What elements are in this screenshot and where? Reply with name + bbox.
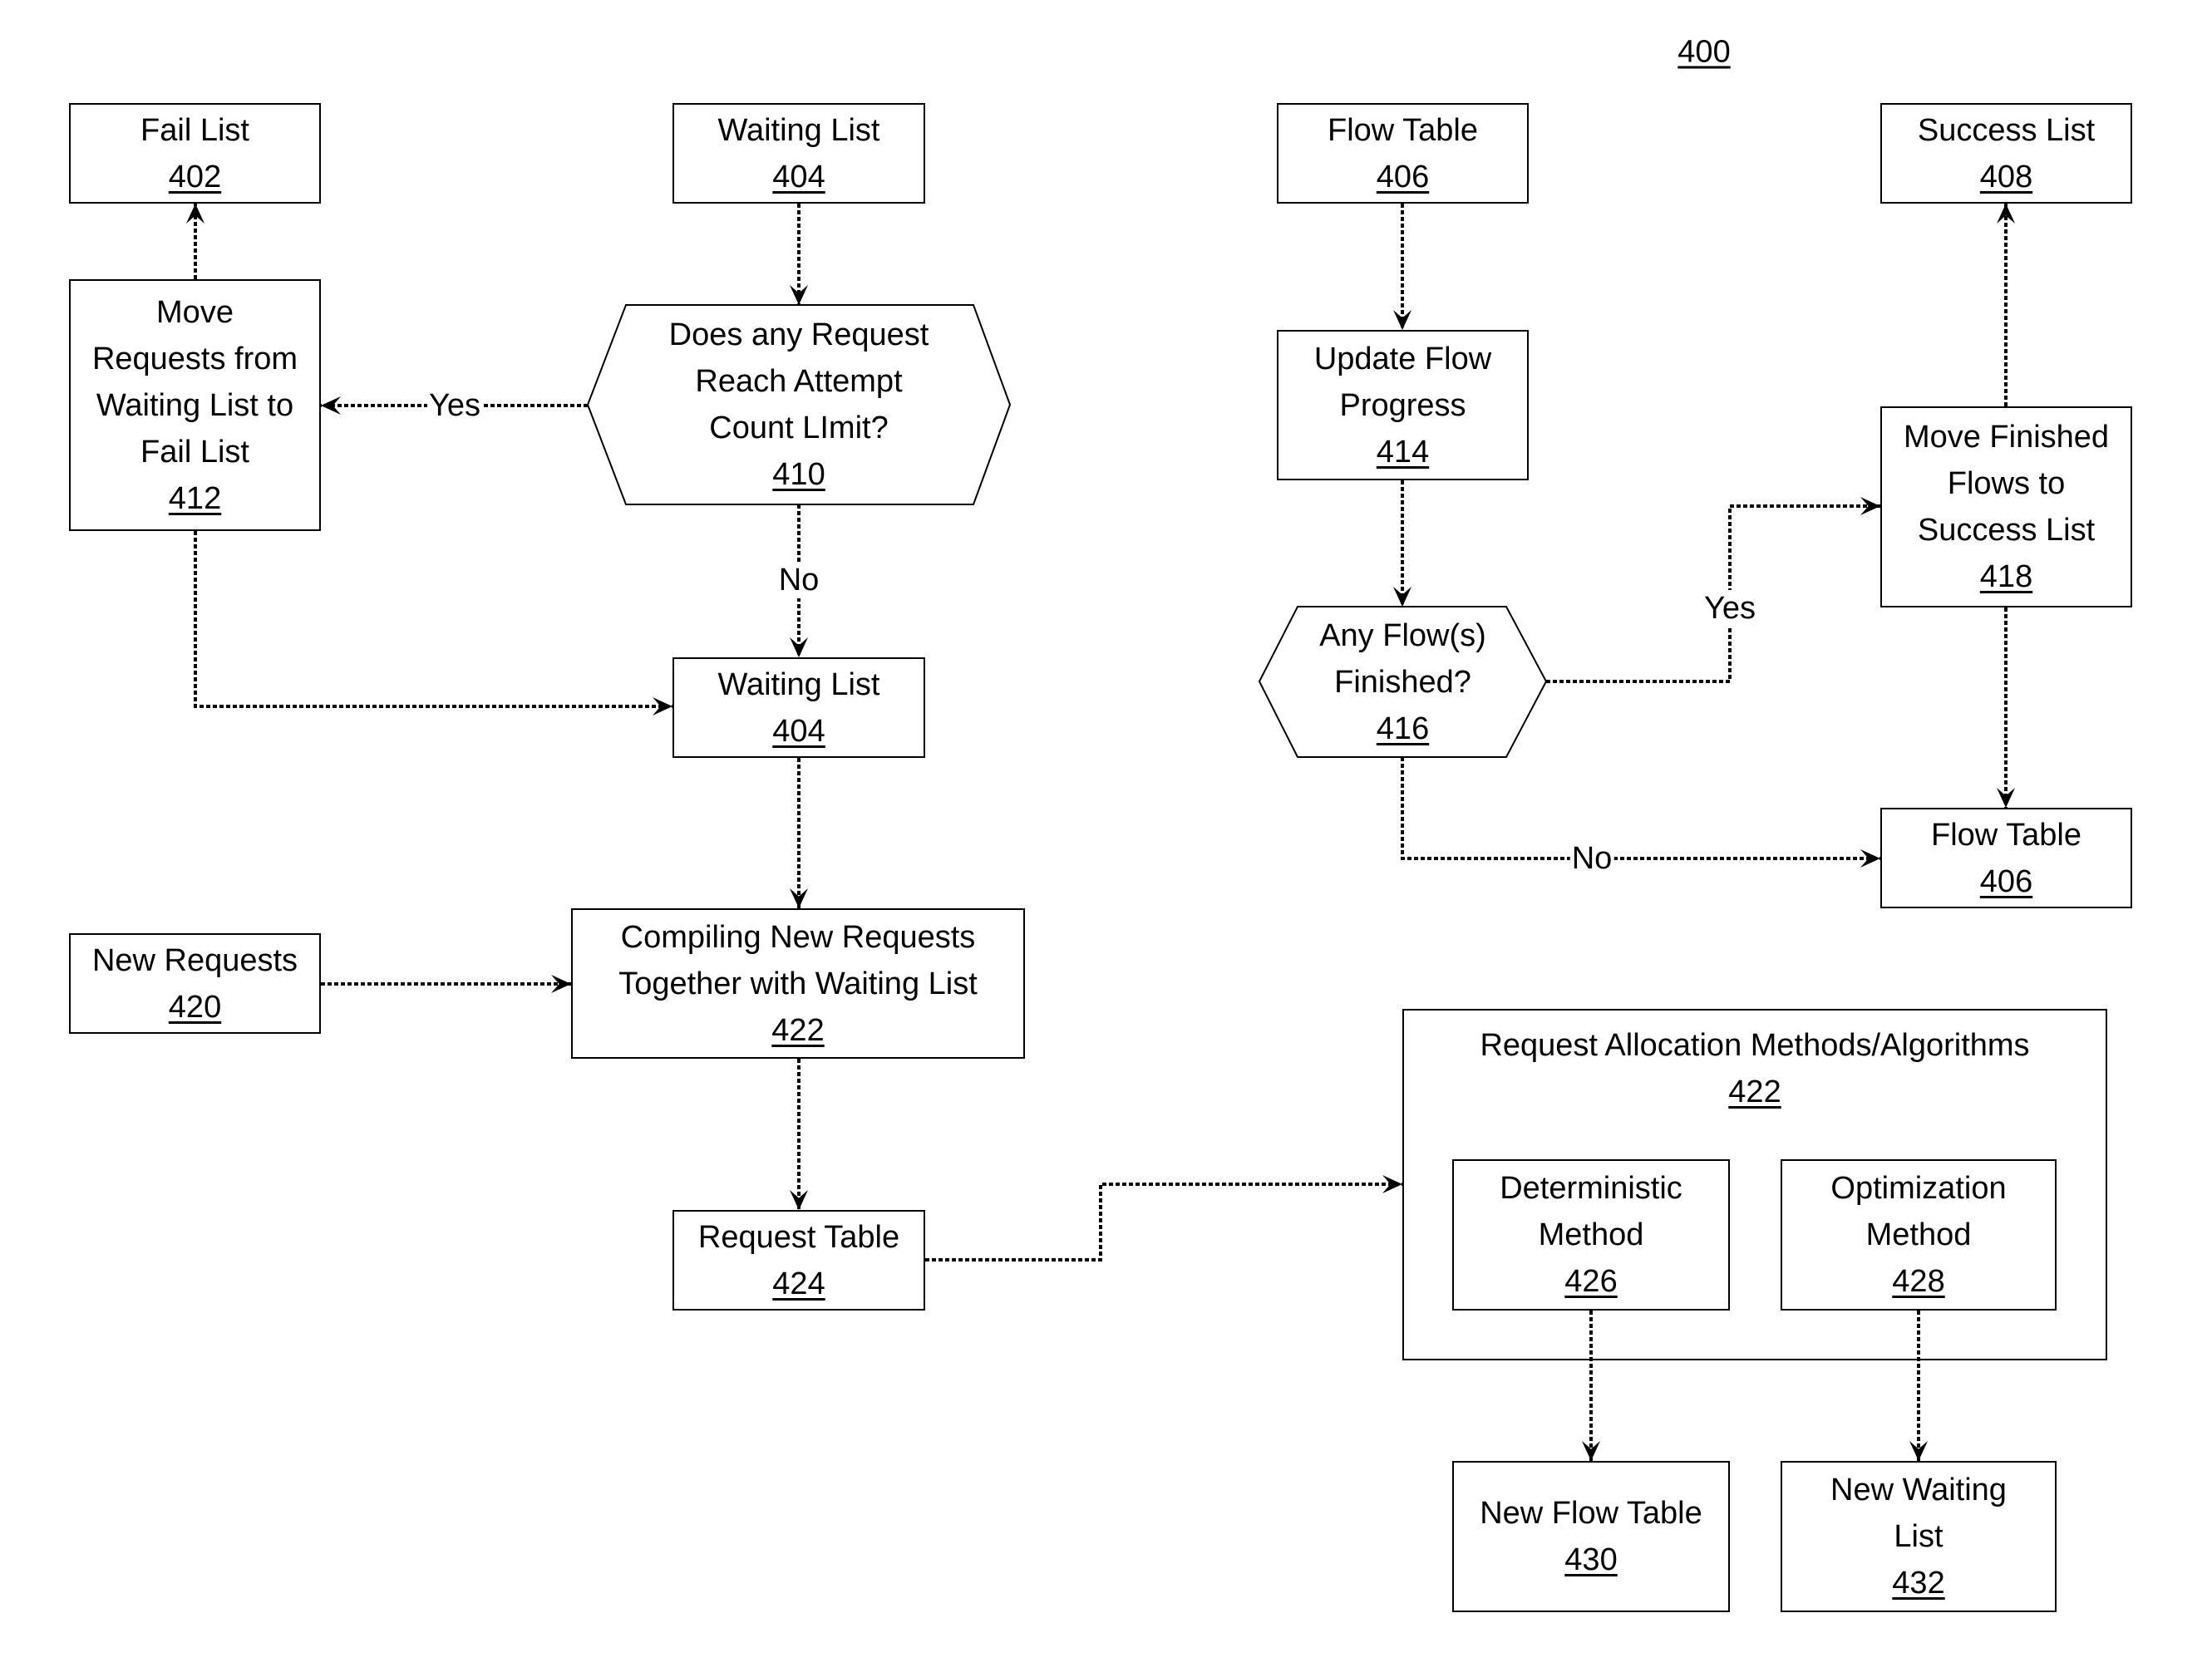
edge-label-finished-yes: Yes <box>1702 590 1757 627</box>
connector-update-flow-to-flows-finished <box>1393 480 1411 607</box>
node-text-line: New Waiting <box>1830 1473 2007 1507</box>
node-request-table: Request Table 424 <box>672 1210 925 1311</box>
node-text-line: Progress <box>1339 387 1466 423</box>
connector-compiling-to-request-table <box>790 1059 808 1210</box>
node-text-line: Move <box>156 294 234 330</box>
connector-new-requests-to-compiling <box>321 975 571 993</box>
node-optimization-method: Optimization Method 428 <box>1781 1159 2057 1311</box>
arrowhead-icon <box>186 204 204 224</box>
node-text-line: Move Finished <box>1903 420 2110 455</box>
connector-flow-table-top-to-update-flow <box>1393 204 1411 330</box>
node-text-line: Deterministic <box>1500 1171 1682 1206</box>
node-flows-finished-decision: Any Flow(s) Finished? 416 <box>1259 607 1546 757</box>
reference-numeral: 420 <box>168 989 222 1025</box>
node-text-line: Method <box>1865 1217 1972 1252</box>
node-fail-list: Fail List 402 <box>69 103 321 204</box>
arrowhead-icon <box>790 285 808 305</box>
node-new-flow-table: New Flow Table 430 <box>1452 1461 1730 1612</box>
reference-numeral: 410 <box>772 457 825 492</box>
connector-waiting-list-mid-to-compiling <box>790 758 808 908</box>
node-text-line: Flow Table <box>1328 112 1478 148</box>
reference-numeral: 416 <box>1376 711 1430 746</box>
node-move-to-success: Move Finished Flows to Success List 418 <box>1880 406 2132 607</box>
node-text-line: Does any Request <box>668 317 929 352</box>
reference-numeral: 408 <box>1979 159 2033 194</box>
node-new-waiting-list: New Waiting List 432 <box>1781 1461 2057 1612</box>
connector-waiting-list-top-to-attempt-limit <box>790 204 808 305</box>
node-text-line: Request Table <box>697 1219 900 1255</box>
connector-line <box>1401 757 1880 860</box>
node-text-line: Flow Table <box>1931 817 2081 853</box>
node-text-line: Waiting List to <box>96 387 294 423</box>
node-text-line: Waiting List <box>717 112 880 148</box>
connector-optimization-to-new-waiting-list <box>1909 1311 1928 1461</box>
node-flow-table-top: Flow Table 406 <box>1277 103 1529 204</box>
node-move-to-fail: Move Requests from Waiting List to Fail Lis… <box>69 279 321 531</box>
node-text-line: Reach Attempt <box>695 364 903 399</box>
reference-numeral: 402 <box>168 159 222 194</box>
connector-move-to-fail-to-fail-list <box>186 204 204 279</box>
node-flow-table-right: Flow Table 406 <box>1880 808 2132 908</box>
node-new-requests: New Requests 420 <box>69 933 321 1034</box>
node-deterministic-method: Deterministic Method 426 <box>1452 1159 1730 1311</box>
node-text-line: Fail List <box>140 434 249 470</box>
connector-flows-finished-to-flow-table-right <box>1401 757 1880 868</box>
node-text-line: Count LImit? <box>709 411 889 445</box>
reference-numeral: 424 <box>772 1266 825 1301</box>
reference-numeral: 430 <box>1564 1542 1618 1577</box>
node-text-line: Success List <box>1917 513 2096 548</box>
node-text-line: Success List <box>1917 112 2096 148</box>
node-text-line: Compiling New Requests <box>620 919 976 955</box>
node-compiling: Compiling New Requests Together with Wait… <box>571 908 1025 1059</box>
node-text-line: New Flow Table <box>1480 1496 1702 1531</box>
node-text-line: Flows to <box>1947 466 2066 501</box>
node-text-line: Finished? <box>1334 664 1471 700</box>
reference-numeral: 414 <box>1376 434 1430 470</box>
reference-numeral: 404 <box>772 713 825 749</box>
connector-line <box>194 531 672 708</box>
reference-numeral: 412 <box>168 480 222 516</box>
connector-line <box>925 1183 1402 1261</box>
connector-move-to-success-to-success-list <box>1997 204 2015 406</box>
reference-numeral: 426 <box>1564 1264 1618 1299</box>
edge-label-finished-no: No <box>1569 840 1614 877</box>
node-attempt-limit-decision: Does any Request Reach Attempt Count LImit… <box>588 305 1010 504</box>
reference-numeral: 406 <box>1376 159 1430 194</box>
node-text-line: Optimization <box>1830 1171 2007 1206</box>
node-text-line: Fail List <box>140 112 249 148</box>
edge-label-attempt-no: No <box>776 562 821 598</box>
connector-request-table-to-allocation <box>925 1175 1402 1261</box>
reference-numeral: 418 <box>1979 559 2033 594</box>
node-text-line: Waiting List <box>717 666 880 702</box>
connector-deterministic-to-new-flow-table <box>1582 1311 1600 1461</box>
node-text-line: Method <box>1538 1217 1644 1252</box>
flowchart-canvas: 400 Request Allocation Methods/Algorithm… <box>0 0 2212 1677</box>
node-text-line: Together with Waiting List <box>618 966 978 1001</box>
node-text-line: Requests from <box>91 341 298 376</box>
node-text-line: Any Flow(s) <box>1319 617 1486 653</box>
connector-move-to-fail-to-waiting-list-mid <box>194 531 672 716</box>
node-waiting-list-mid: Waiting List 404 <box>672 657 925 758</box>
node-text-line: List <box>1894 1519 1944 1554</box>
node-success-list: Success List 408 <box>1880 103 2132 204</box>
node-update-flow-progress: Update Flow Progress 414 <box>1277 330 1529 480</box>
arrowhead-icon <box>1997 204 2015 224</box>
edge-label-attempt-yes: Yes <box>427 387 482 424</box>
reference-numeral: 422 <box>771 1012 825 1048</box>
node-text-line: Update Flow <box>1313 341 1492 376</box>
node-waiting-list-top: Waiting List 404 <box>672 103 925 204</box>
reference-numeral: 404 <box>772 159 825 194</box>
reference-numeral: 406 <box>1979 863 2033 899</box>
reference-numeral: 432 <box>1892 1566 1945 1601</box>
connector-flows-finished-to-move-to-success <box>1546 497 1880 683</box>
reference-numeral: 428 <box>1892 1264 1945 1299</box>
connector-move-to-success-to-flow-table-right <box>1997 607 2015 808</box>
node-text-line: New Requests <box>91 942 298 978</box>
